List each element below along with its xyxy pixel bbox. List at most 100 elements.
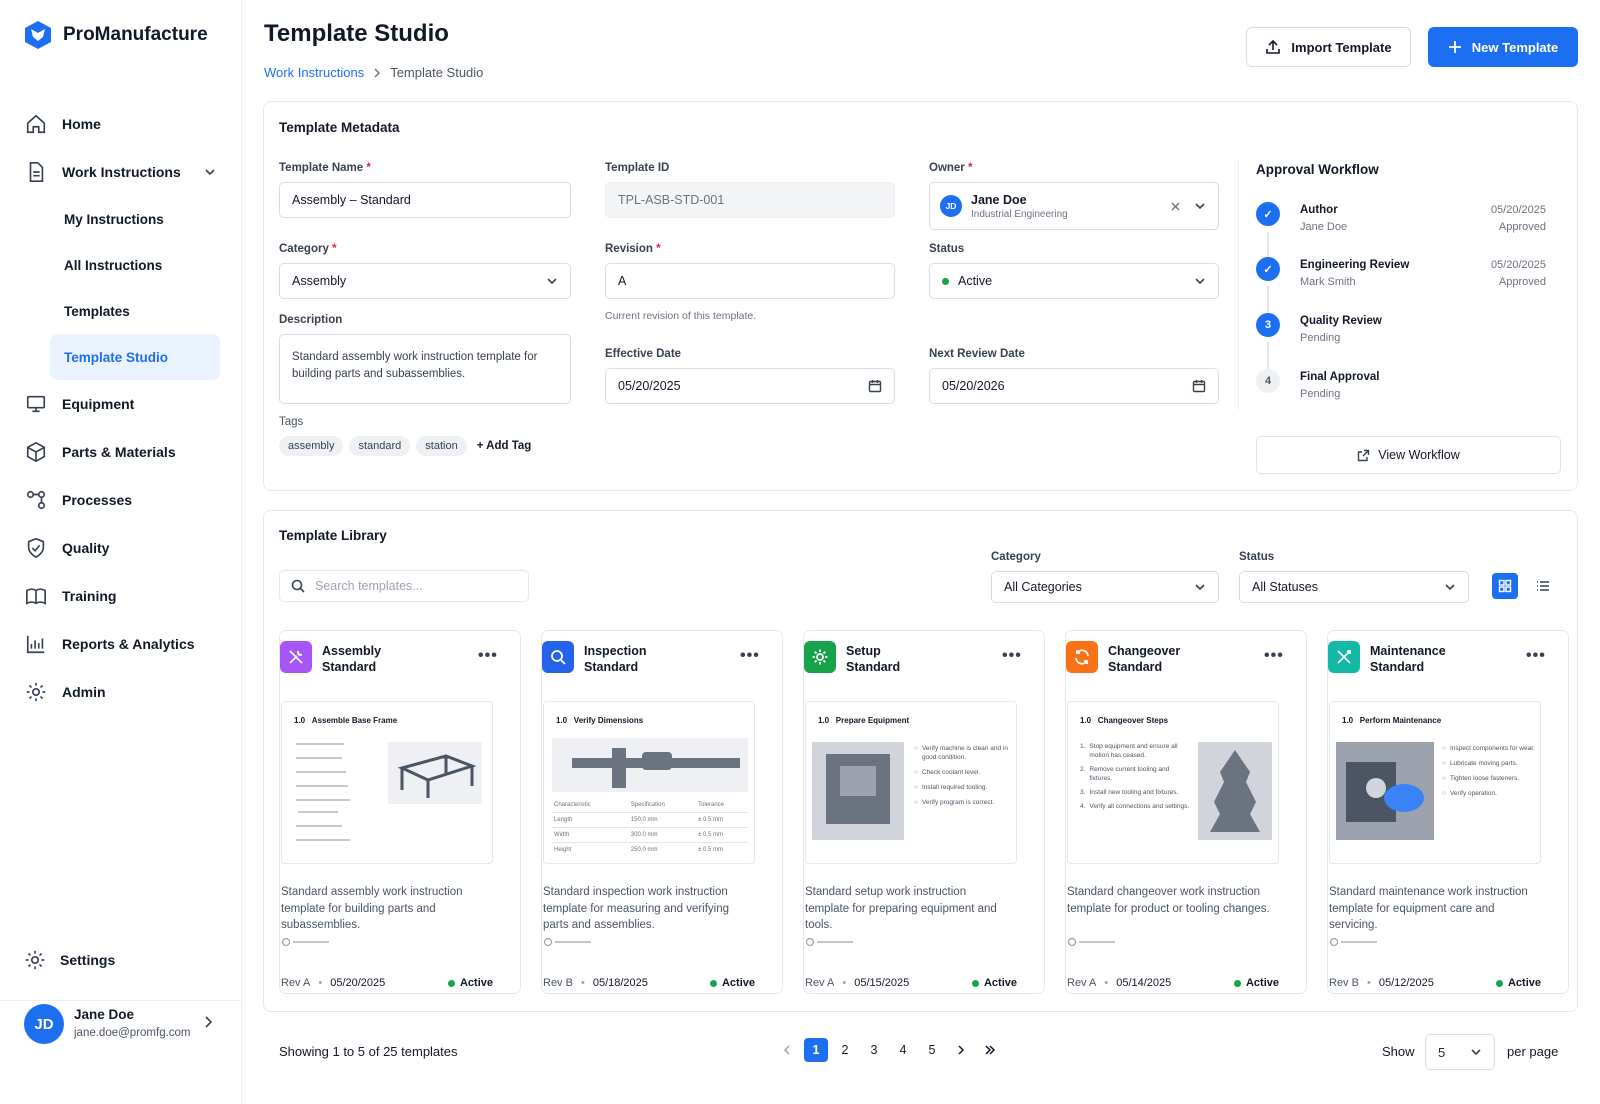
refresh-icon bbox=[1066, 641, 1098, 673]
nav-item-processes[interactable]: Processes bbox=[24, 476, 220, 524]
caliper-image bbox=[552, 738, 748, 792]
last-page-icon[interactable] bbox=[978, 1038, 1002, 1062]
calendar-icon[interactable] bbox=[1192, 379, 1206, 393]
nav-label: Admin bbox=[62, 684, 106, 700]
date-text: 05/20/2025 bbox=[330, 977, 386, 989]
owner-name: Jane Doe bbox=[971, 192, 1027, 207]
template-preview: 1.0 Verify Dimensions Characteristic Spec… bbox=[543, 701, 755, 864]
category-select[interactable]: Assembly bbox=[279, 263, 571, 299]
subnav-template-studio[interactable]: Template Studio bbox=[50, 334, 220, 380]
nav-item-admin[interactable]: Admin bbox=[24, 668, 220, 716]
app-name: ProManufacture bbox=[63, 24, 208, 45]
template-card[interactable]: Inspection Standard ••• 1.0 Verify Dimens… bbox=[541, 630, 783, 994]
chevron-right-icon[interactable] bbox=[202, 1015, 214, 1029]
nav-item-reports[interactable]: Reports & Analytics bbox=[24, 620, 220, 668]
template-card[interactable]: Maintenance Standard ••• 1.0 Perform Main… bbox=[1327, 630, 1569, 994]
chevron-down-icon bbox=[1444, 581, 1456, 593]
new-template-button[interactable]: New Template bbox=[1428, 27, 1578, 67]
nav-item-work-instructions[interactable]: Work Instructions bbox=[24, 148, 220, 196]
template-card[interactable]: Assembly Standard ••• 1.0 Assemble Base F… bbox=[279, 630, 521, 994]
chevron-down-icon bbox=[1194, 275, 1206, 287]
status-badge: Active bbox=[1233, 977, 1279, 989]
view-workflow-button[interactable]: View Workflow bbox=[1256, 436, 1561, 474]
more-options-icon[interactable]: ••• bbox=[478, 647, 498, 665]
more-options-icon[interactable]: ••• bbox=[1526, 647, 1546, 665]
workflow-title: Approval Workflow bbox=[1256, 162, 1379, 177]
page-button[interactable]: 3 bbox=[862, 1038, 886, 1062]
prev-page-icon[interactable] bbox=[775, 1038, 799, 1062]
workflow-step: 4 Final Approval Pending bbox=[1256, 369, 1556, 409]
user-profile[interactable]: JD Jane Doe jane.doe@promfg.com bbox=[0, 1000, 242, 1060]
calendar-icon[interactable] bbox=[868, 379, 882, 393]
tag-chip[interactable]: station bbox=[416, 436, 467, 456]
check-icon: ✓ bbox=[1256, 257, 1280, 281]
date-text: 05/14/2025 bbox=[1116, 977, 1172, 989]
show-label: Show bbox=[1382, 1044, 1415, 1059]
search-input[interactable]: Search templates... bbox=[279, 570, 529, 602]
grid-view-button[interactable] bbox=[1492, 573, 1518, 599]
author-placeholder-icon bbox=[805, 937, 853, 947]
chevron-down-icon bbox=[1194, 581, 1206, 593]
nav-item-settings[interactable]: Settings bbox=[24, 946, 115, 974]
nav-label: Reports & Analytics bbox=[62, 636, 195, 652]
import-template-button[interactable]: Import Template bbox=[1246, 27, 1411, 67]
date-text: 05/12/2025 bbox=[1378, 977, 1434, 989]
tags-label: Tags bbox=[279, 416, 304, 428]
brand[interactable]: ProManufacture bbox=[24, 20, 208, 50]
description-textarea[interactable]: Standard assembly work instruction templ… bbox=[279, 334, 571, 404]
add-tag-button[interactable]: + Add Tag bbox=[477, 440, 532, 452]
revision-input[interactable]: A bbox=[605, 263, 895, 299]
more-options-icon[interactable]: ••• bbox=[1264, 647, 1284, 665]
owner-avatar: JD bbox=[940, 195, 962, 217]
owner-label: Owner * bbox=[929, 162, 973, 174]
chevron-down-icon bbox=[546, 275, 558, 287]
page-button[interactable]: 2 bbox=[833, 1038, 857, 1062]
tag-chip[interactable]: standard bbox=[349, 436, 411, 456]
subnav-templates[interactable]: Templates bbox=[24, 288, 220, 334]
subnav-all-instructions[interactable]: All Instructions bbox=[24, 242, 220, 288]
revision-text: Rev B bbox=[1329, 977, 1359, 989]
nav-item-parts-materials[interactable]: Parts & Materials bbox=[24, 428, 220, 476]
metadata-title: Template Metadata bbox=[279, 120, 400, 135]
list-view-button[interactable] bbox=[1530, 573, 1556, 599]
template-preview: 1.0 Perform Maintenance ○ Inspect compone… bbox=[1329, 701, 1541, 864]
more-options-icon[interactable]: ••• bbox=[1002, 647, 1022, 665]
template-preview: 1.0 Prepare Equipment ○ Verify machine is… bbox=[805, 701, 1017, 864]
status-badge: Active bbox=[447, 977, 493, 989]
description-label: Description bbox=[279, 314, 343, 326]
template-name-input[interactable]: Assembly – Standard bbox=[279, 182, 571, 218]
category-filter-select[interactable]: All Categories bbox=[991, 571, 1219, 603]
status-filter-select[interactable]: All Statuses bbox=[1239, 571, 1469, 603]
nav-item-equipment[interactable]: Equipment bbox=[24, 380, 220, 428]
owner-select[interactable]: JD Jane Doe Industrial Engineering bbox=[929, 182, 1219, 230]
per-page-select[interactable]: 5 bbox=[1425, 1034, 1495, 1070]
template-card[interactable]: Changeover Standard ••• 1.0 Changeover St… bbox=[1065, 630, 1307, 994]
tag-chip[interactable]: assembly bbox=[279, 436, 344, 456]
revision-text: Rev A bbox=[805, 977, 835, 989]
subnav-my-instructions[interactable]: My Instructions bbox=[24, 196, 220, 242]
nav-item-quality[interactable]: Quality bbox=[24, 524, 220, 572]
more-options-icon[interactable]: ••• bbox=[740, 647, 760, 665]
status-filter-label: Status bbox=[1239, 551, 1275, 563]
date-text: 05/15/2025 bbox=[854, 977, 910, 989]
page-button[interactable]: 5 bbox=[920, 1038, 944, 1062]
effective-date-input[interactable]: 05/20/2025 bbox=[605, 368, 895, 404]
chevron-down-icon[interactable] bbox=[1194, 200, 1206, 212]
nav-label: Parts & Materials bbox=[62, 444, 176, 460]
nav-label: Equipment bbox=[62, 396, 135, 412]
process-icon bbox=[24, 488, 48, 512]
next-review-date-input[interactable]: 05/20/2026 bbox=[929, 368, 1219, 404]
page-button[interactable]: 4 bbox=[891, 1038, 915, 1062]
nav-item-home[interactable]: Home bbox=[24, 100, 220, 148]
status-badge: Active bbox=[1495, 977, 1541, 989]
next-page-icon[interactable] bbox=[949, 1038, 973, 1062]
nav-label: Home bbox=[62, 116, 101, 132]
clear-icon[interactable] bbox=[1171, 202, 1180, 211]
status-select[interactable]: Active bbox=[929, 263, 1219, 299]
date-text: 05/18/2025 bbox=[592, 977, 648, 989]
template-card[interactable]: Setup Standard ••• 1.0 Prepare Equipment … bbox=[803, 630, 1045, 994]
nav-item-training[interactable]: Training bbox=[24, 572, 220, 620]
breadcrumb-link[interactable]: Work Instructions bbox=[264, 65, 364, 80]
page-button[interactable]: 1 bbox=[804, 1038, 828, 1062]
chevron-down-icon[interactable] bbox=[204, 166, 216, 178]
